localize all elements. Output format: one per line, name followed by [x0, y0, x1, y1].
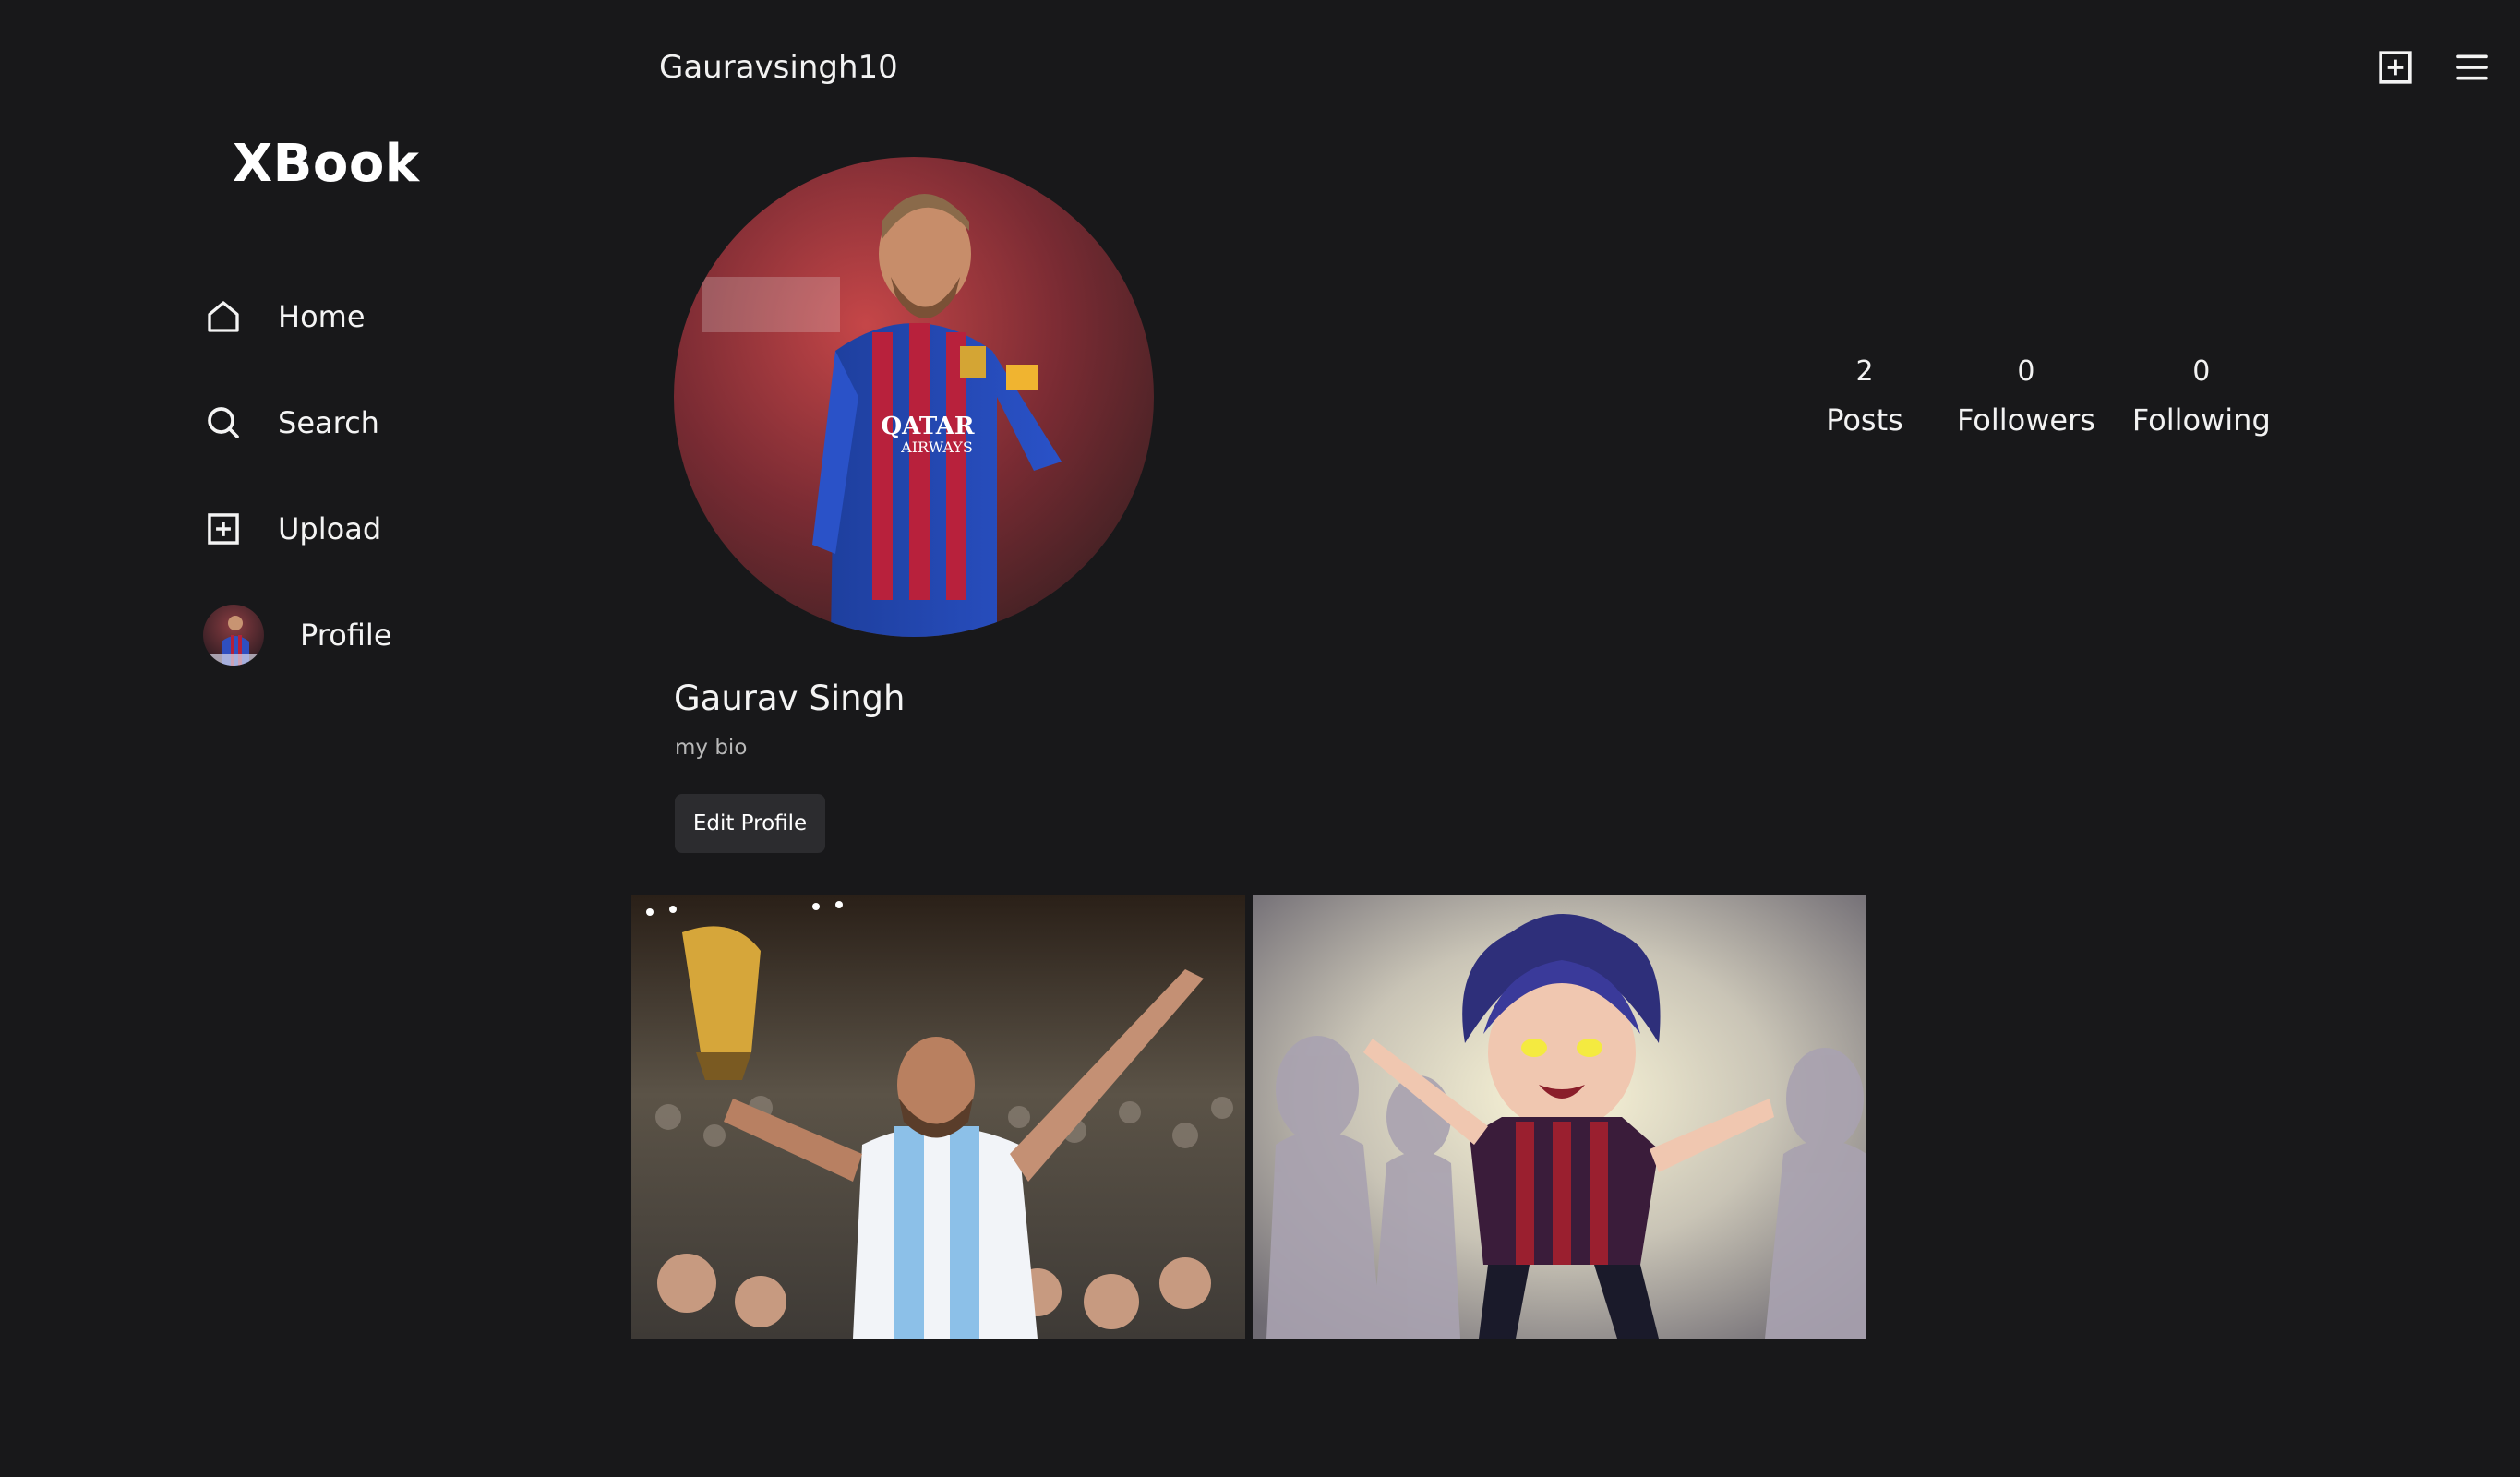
post-thumbnail[interactable] [1253, 895, 1866, 1339]
sidebar-item-label: Profile [300, 618, 392, 653]
brand-logo[interactable]: XBook [233, 134, 420, 194]
profile-stats: 2 Posts 0 Followers 0 Following [1809, 355, 2271, 438]
stat-count: 2 [1855, 355, 1874, 388]
stat-posts[interactable]: 2 Posts [1809, 355, 1920, 438]
sidebar-item-profile[interactable]: Profile [203, 605, 392, 666]
post-thumbnail[interactable] [631, 895, 1245, 1339]
home-icon [203, 296, 244, 337]
stat-followers[interactable]: 0 Followers [1957, 355, 2095, 438]
plus-square-icon [203, 509, 244, 549]
edit-profile-button[interactable]: Edit Profile [675, 794, 825, 853]
sidebar-item-label: Upload [278, 511, 382, 546]
sidebar-item-upload[interactable]: Upload [203, 499, 381, 558]
sidebar-item-home[interactable]: Home [203, 287, 366, 346]
sidebar-item-search[interactable]: Search [203, 393, 379, 452]
profile-name: Gaurav Singh [674, 678, 906, 718]
profile-bio: my bio [675, 736, 748, 760]
sidebar: XBook Home Search Upload Profile [0, 0, 591, 1477]
profile-picture[interactable]: QATAR AIRWAYS [674, 157, 1154, 637]
avatar [203, 605, 264, 666]
stat-following[interactable]: 0 Following [2132, 355, 2271, 438]
stat-count: 0 [2017, 355, 2035, 388]
header-username: Gauravsingh10 [659, 49, 898, 86]
stat-label: Following [2131, 402, 2271, 438]
sidebar-item-label: Home [278, 299, 366, 334]
menu-icon[interactable] [2451, 46, 2493, 89]
sidebar-item-label: Search [278, 405, 379, 440]
stat-label: Followers [1957, 402, 2095, 438]
plus-square-icon[interactable] [2374, 46, 2417, 89]
stat-label: Posts [1826, 402, 1903, 438]
svg-text:QATAR: QATAR [881, 413, 974, 440]
stat-count: 0 [2192, 355, 2211, 388]
svg-text:AIRWAYS: AIRWAYS [900, 438, 973, 456]
search-icon [203, 402, 244, 443]
